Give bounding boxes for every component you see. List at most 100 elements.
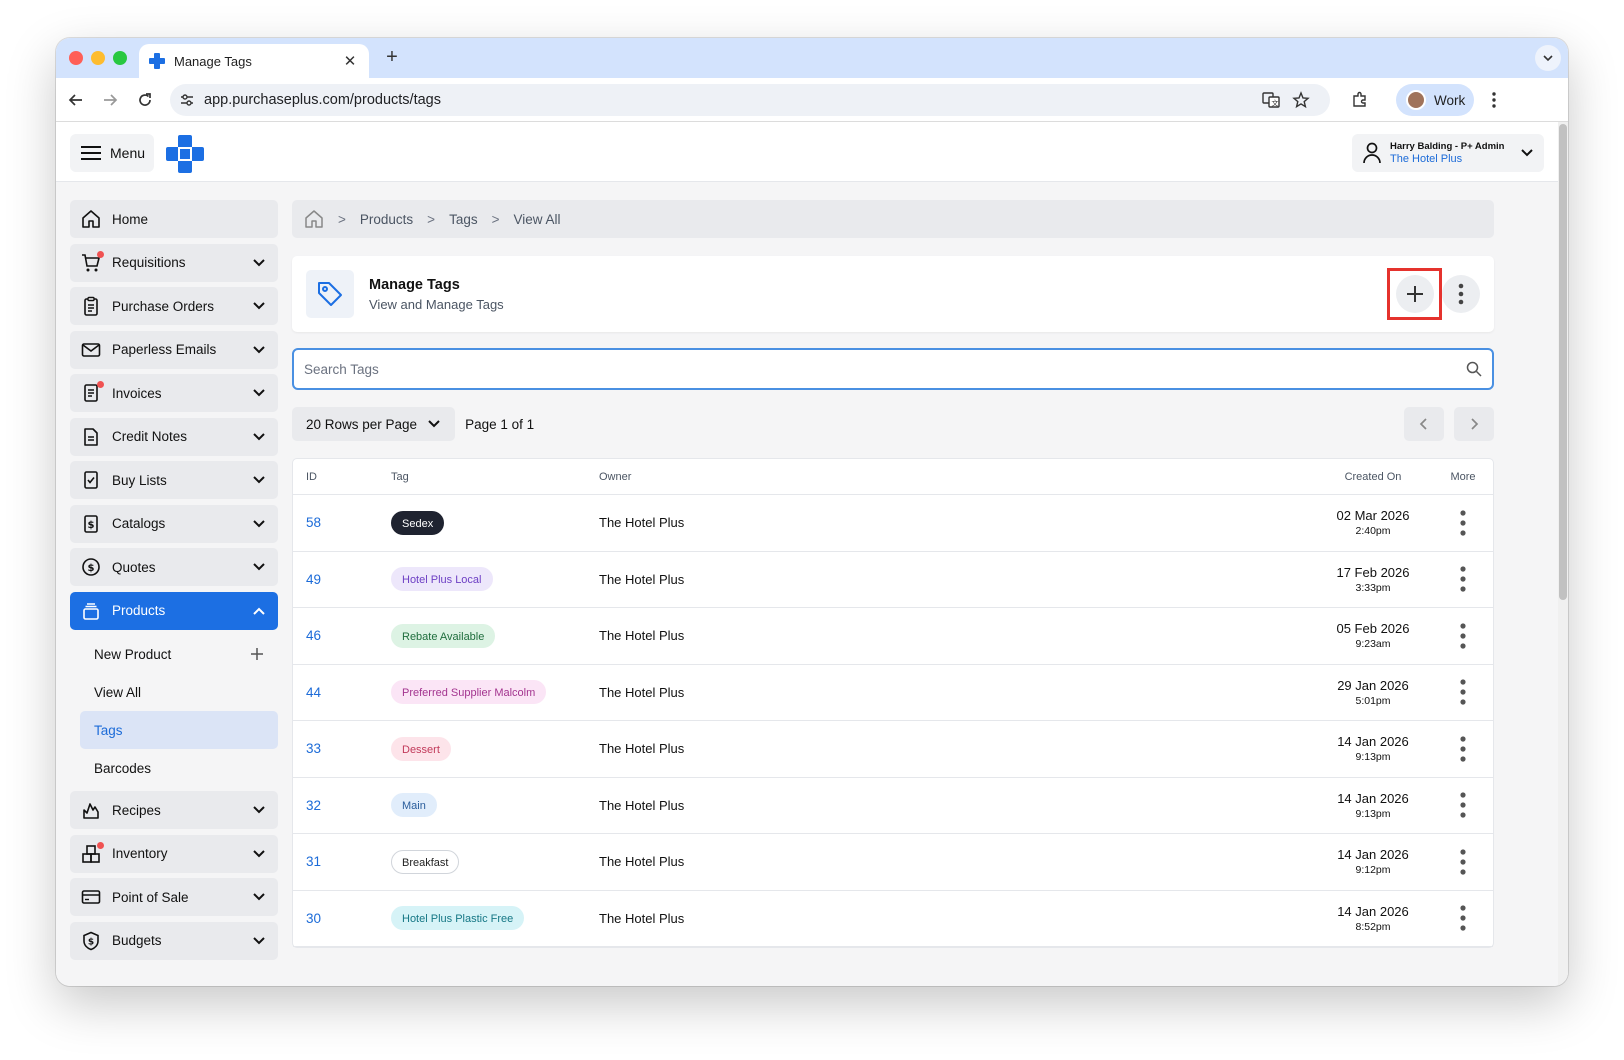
previous-page-button[interactable] [1404, 407, 1444, 441]
scrollbar-thumb[interactable] [1559, 124, 1567, 600]
add-tag-button[interactable] [1396, 275, 1434, 313]
sidebar-subitem-new-product[interactable]: New Product [70, 635, 278, 673]
site-settings-icon[interactable] [178, 91, 196, 109]
breadcrumb-tags[interactable]: Tags [449, 212, 478, 227]
kebab-menu-icon [1460, 792, 1466, 818]
sidebar-item-inventory[interactable]: Inventory [70, 834, 278, 873]
chevron-down-icon [253, 432, 265, 440]
tag-id-link[interactable]: 58 [293, 515, 391, 530]
row-more-button[interactable] [1433, 623, 1493, 649]
address-bar[interactable]: app.purchaseplus.com/products/tags 文 [170, 84, 1330, 116]
created-date: 29 Jan 2026 [1337, 677, 1409, 693]
sidebar-subitem-barcodes[interactable]: Barcodes [70, 749, 278, 787]
sidebar-item-buy-lists[interactable]: Buy Lists [70, 461, 278, 499]
sidebar-item-requisitions[interactable]: Requisitions [70, 243, 278, 282]
tag-pill: Breakfast [391, 849, 460, 874]
profile-button[interactable]: Work [1396, 84, 1474, 116]
browser-tab[interactable]: Manage Tags ✕ [139, 44, 369, 78]
sidebar-item-purchase-orders[interactable]: Purchase Orders [70, 287, 278, 325]
sidebar-item-catalogs[interactable]: $ Catalogs [70, 504, 278, 543]
new-tab-button[interactable]: + [381, 47, 403, 69]
more-options-button[interactable] [1442, 275, 1480, 313]
breadcrumb-separator-icon: > [427, 211, 436, 227]
user-name: Harry Balding - P+ Admin [1390, 141, 1505, 152]
breadcrumb-products[interactable]: Products [360, 212, 413, 227]
minimize-window-button[interactable] [91, 51, 105, 65]
tag-cell: Hotel Plus Local [391, 567, 599, 592]
row-more-button[interactable] [1433, 510, 1493, 536]
search-input[interactable] [304, 361, 1466, 377]
tags-table: ID Tag Owner Created On More 58 Sedex The … [292, 458, 1494, 948]
chevron-down-icon [428, 420, 440, 428]
sidebar-subitem-view-all[interactable]: View All [70, 673, 278, 711]
translate-icon[interactable]: 文 [1262, 91, 1280, 109]
sidebar-subitem-tags[interactable]: Tags [80, 711, 278, 749]
search-icon[interactable] [1466, 361, 1482, 377]
sidebar-item-products[interactable]: Products [70, 591, 278, 630]
close-window-button[interactable] [69, 51, 83, 65]
tag-id-link[interactable]: 33 [293, 741, 391, 756]
row-more-button[interactable] [1433, 792, 1493, 818]
table-header: ID Tag Owner Created On More [293, 459, 1493, 495]
purchaseplus-logo-icon[interactable] [166, 135, 204, 173]
browser-menu-button[interactable] [1482, 88, 1506, 112]
created-on-cell: 14 Jan 2026 9:12pm [1313, 847, 1433, 876]
row-more-button[interactable] [1433, 679, 1493, 705]
tag-id-link[interactable]: 49 [293, 572, 391, 587]
breadcrumb-separator-icon: > [491, 211, 500, 227]
row-more-button[interactable] [1433, 736, 1493, 762]
notification-dot [97, 841, 104, 849]
row-more-button[interactable] [1433, 905, 1493, 931]
table-row[interactable]: 58 Sedex The Hotel Plus 02 Mar 2026 2:40pm [293, 495, 1493, 552]
kebab-menu-icon [1492, 92, 1496, 108]
sidebar-item-home[interactable]: Home [70, 200, 278, 238]
sidebar-item-paperless-emails[interactable]: Paperless Emails [70, 330, 278, 369]
tag-id-link[interactable]: 46 [293, 628, 391, 643]
table-row[interactable]: 32 Main The Hotel Plus 14 Jan 2026 9:13pm [293, 778, 1493, 834]
table-row[interactable]: 44 Preferred Supplier Malcolm The Hotel Pl… [293, 665, 1493, 721]
arrow-right-icon [104, 94, 118, 106]
back-button[interactable] [64, 88, 88, 112]
row-more-button[interactable] [1433, 849, 1493, 875]
menu-button[interactable]: Menu [70, 134, 154, 172]
tag-id-link[interactable]: 30 [293, 911, 391, 926]
created-time: 3:33pm [1355, 581, 1391, 594]
maximize-window-button[interactable] [113, 51, 127, 65]
reload-button[interactable] [133, 88, 157, 112]
row-more-button[interactable] [1433, 566, 1493, 592]
tab-close-icon[interactable]: ✕ [341, 52, 359, 70]
sidebar-item-label: Requisitions [112, 255, 186, 270]
chevron-down-icon [253, 806, 265, 814]
sidebar-item-label: Catalogs [112, 516, 166, 531]
owner-cell: The Hotel Plus [599, 571, 685, 587]
sidebar-item-recipes[interactable]: Recipes [70, 791, 278, 829]
sidebar-item-credit-notes[interactable]: Credit Notes [70, 417, 278, 456]
rows-per-page-dropdown[interactable]: 20 Rows per Page [292, 407, 456, 441]
sidebar-item-label: Home [112, 211, 149, 227]
bookmark-star-icon[interactable] [1292, 91, 1310, 109]
table-row[interactable]: 49 Hotel Plus Local The Hotel Plus 17 Feb 2… [293, 552, 1493, 608]
created-on-cell: 29 Jan 2026 5:01pm [1313, 678, 1433, 707]
home-icon[interactable] [304, 209, 324, 229]
owner-cell: The Hotel Plus [599, 741, 685, 757]
tag-id-link[interactable]: 32 [293, 798, 391, 813]
sidebar-item-quotes[interactable]: $ Quotes [70, 548, 278, 586]
extensions-button[interactable] [1348, 88, 1372, 112]
sidebar-item-point-of-sale[interactable]: Point of Sale [70, 878, 278, 916]
tab-search-button[interactable] [1535, 45, 1561, 71]
next-page-button[interactable] [1454, 407, 1494, 441]
forward-button[interactable] [98, 88, 122, 112]
url-text: app.purchaseplus.com/products/tags [204, 92, 441, 108]
sidebar-item-invoices[interactable]: Invoices [70, 374, 278, 412]
tag-id-link[interactable]: 44 [293, 685, 391, 700]
plus-icon[interactable] [250, 647, 264, 661]
user-account-button[interactable]: Harry Balding - P+ Admin The Hotel Plus [1352, 134, 1544, 172]
page-scrollbar[interactable] [1558, 122, 1568, 986]
table-row[interactable]: 31 Breakfast The Hotel Plus 14 Jan 2026 9:12… [293, 834, 1493, 891]
sidebar-item-budgets[interactable]: $ Budgets [70, 921, 278, 960]
table-row[interactable]: 30 Hotel Plus Plastic Free The Hotel Plus 1… [293, 891, 1493, 947]
table-row[interactable]: 46 Rebate Available The Hotel Plus 05 Feb 2… [293, 608, 1493, 665]
table-row[interactable]: 33 Dessert The Hotel Plus 14 Jan 2026 9:13pm [293, 721, 1493, 778]
home-icon [80, 208, 102, 230]
tag-id-link[interactable]: 31 [293, 854, 391, 869]
